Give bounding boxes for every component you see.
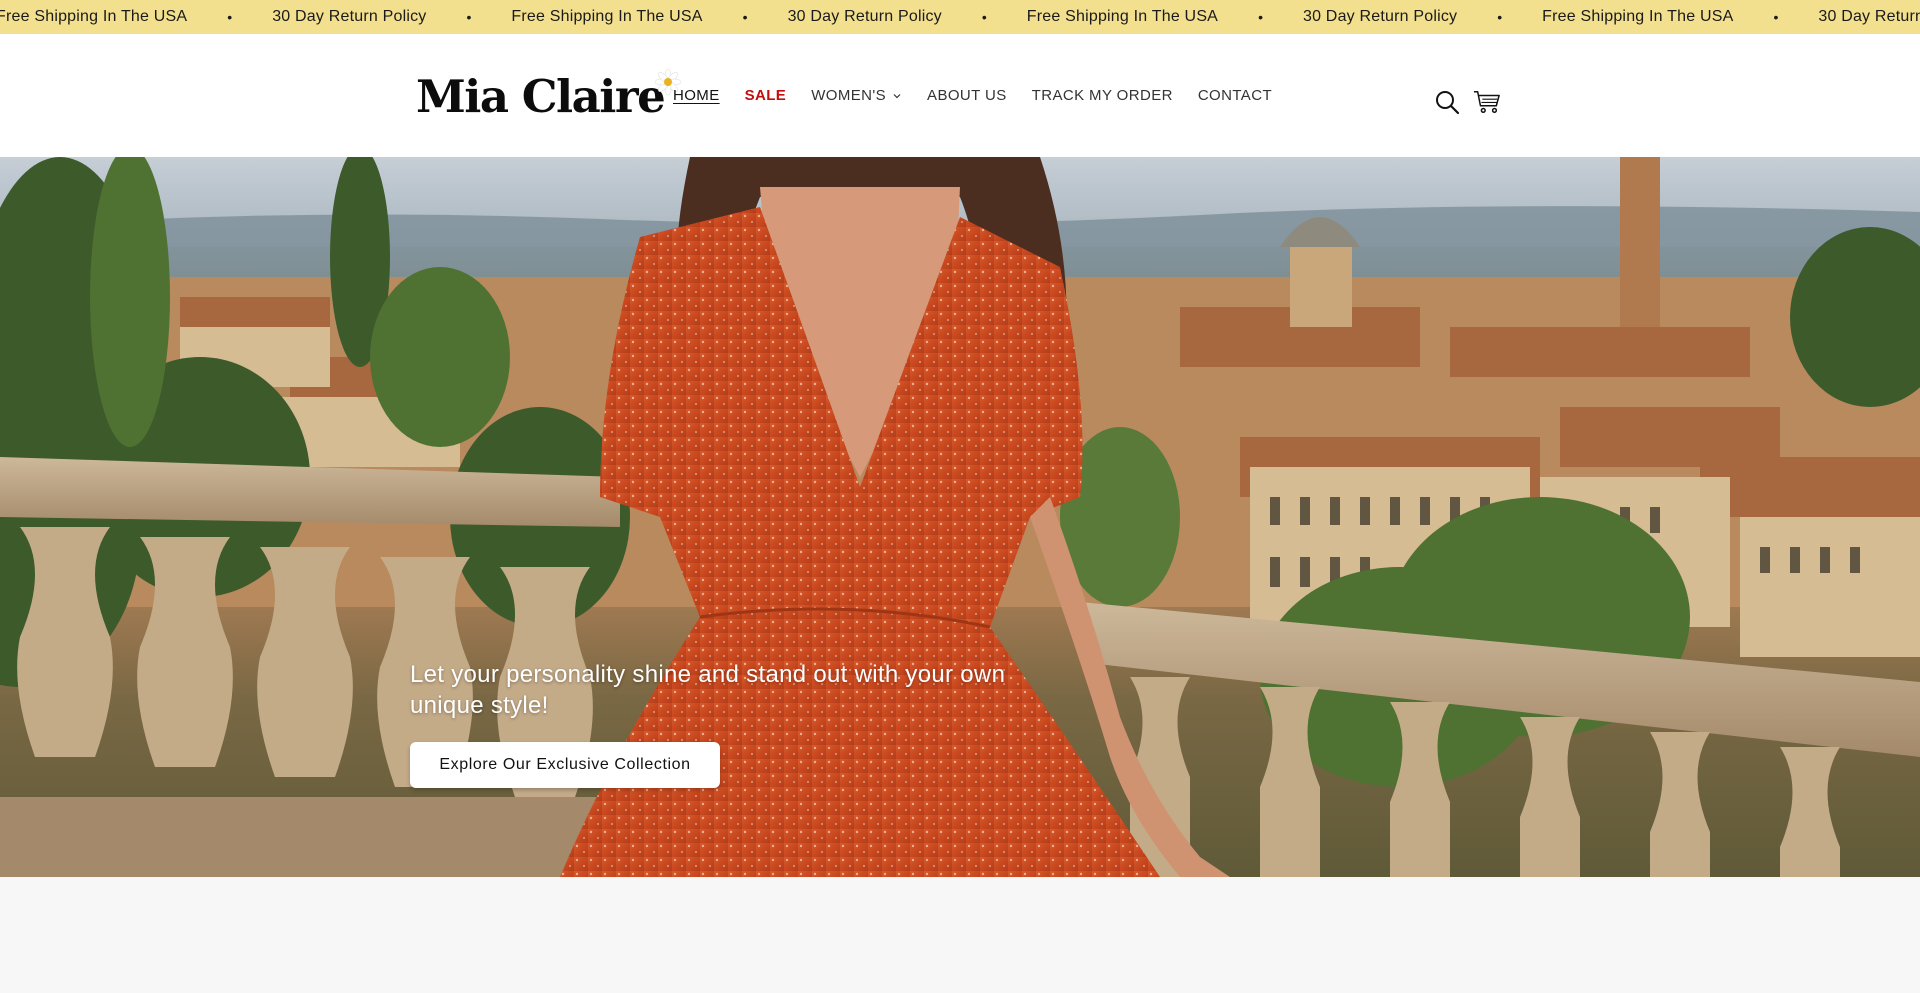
announcement-separator: • [227, 9, 233, 25]
header-icons [1433, 87, 1501, 117]
announcement-item: 30 Day Return Policy [787, 8, 942, 25]
explore-collection-button[interactable]: Explore Our Exclusive Collection [410, 742, 720, 788]
nav-about-us[interactable]: ABOUT US [927, 87, 1007, 104]
hero-tagline: Let your personality shine and stand out… [410, 661, 1006, 719]
logo-text: Mia Claire [416, 70, 666, 123]
announcement-separator: • [466, 9, 472, 25]
logo-link[interactable]: Mia Claire [416, 68, 682, 134]
search-button[interactable] [1433, 87, 1461, 117]
announcement-item: Free Shipping In The USA [1026, 8, 1219, 25]
announcement-separator: • [981, 9, 987, 25]
nav-sale[interactable]: SALE [745, 87, 787, 104]
nav-track-my-order[interactable]: TRACK MY ORDER [1032, 87, 1173, 104]
announcement-bar: Free Shipping In The USA • 30 Day Return… [0, 0, 1920, 34]
search-icon [1436, 91, 1460, 115]
nav-contact[interactable]: CONTACT [1198, 87, 1272, 104]
announcement-item: Free Shipping In The USA [0, 8, 188, 25]
announcement-item: Free Shipping In The USA [511, 8, 703, 25]
nav-home[interactable]: HOME [673, 87, 720, 104]
hero-image [0, 157, 1920, 877]
announcement-item: 30 Day Return Policy [1302, 8, 1458, 25]
announcement-item: Free Shipping In The USA [1542, 8, 1734, 25]
announcement-item: 30 Day Return Policy [1818, 8, 1920, 25]
site-header: Mia Claire HOME SALE WOMEN'S ABOUT US TR… [0, 34, 1920, 157]
announcement-track: Free Shipping In The USA • 30 Day Return… [0, 0, 1920, 34]
announcement-separator: • [742, 9, 748, 25]
cart-icon [1473, 90, 1500, 114]
chevron-down-icon [893, 93, 901, 98]
hero-banner: Let your personality shine and stand out… [0, 157, 1920, 877]
cart-button[interactable] [1473, 87, 1501, 117]
nav-womens[interactable]: WOMEN'S [811, 87, 902, 104]
announcement-separator: • [1497, 9, 1503, 25]
announcement-separator: • [1773, 9, 1779, 25]
content-section [0, 877, 1920, 993]
main-nav: HOME SALE WOMEN'S ABOUT US TRACK MY ORDE… [673, 34, 1297, 157]
announcement-separator: • [1258, 9, 1263, 25]
nav-womens-label: WOMEN'S [811, 87, 887, 104]
announcement-item: 30 Day Return Policy [272, 8, 427, 25]
